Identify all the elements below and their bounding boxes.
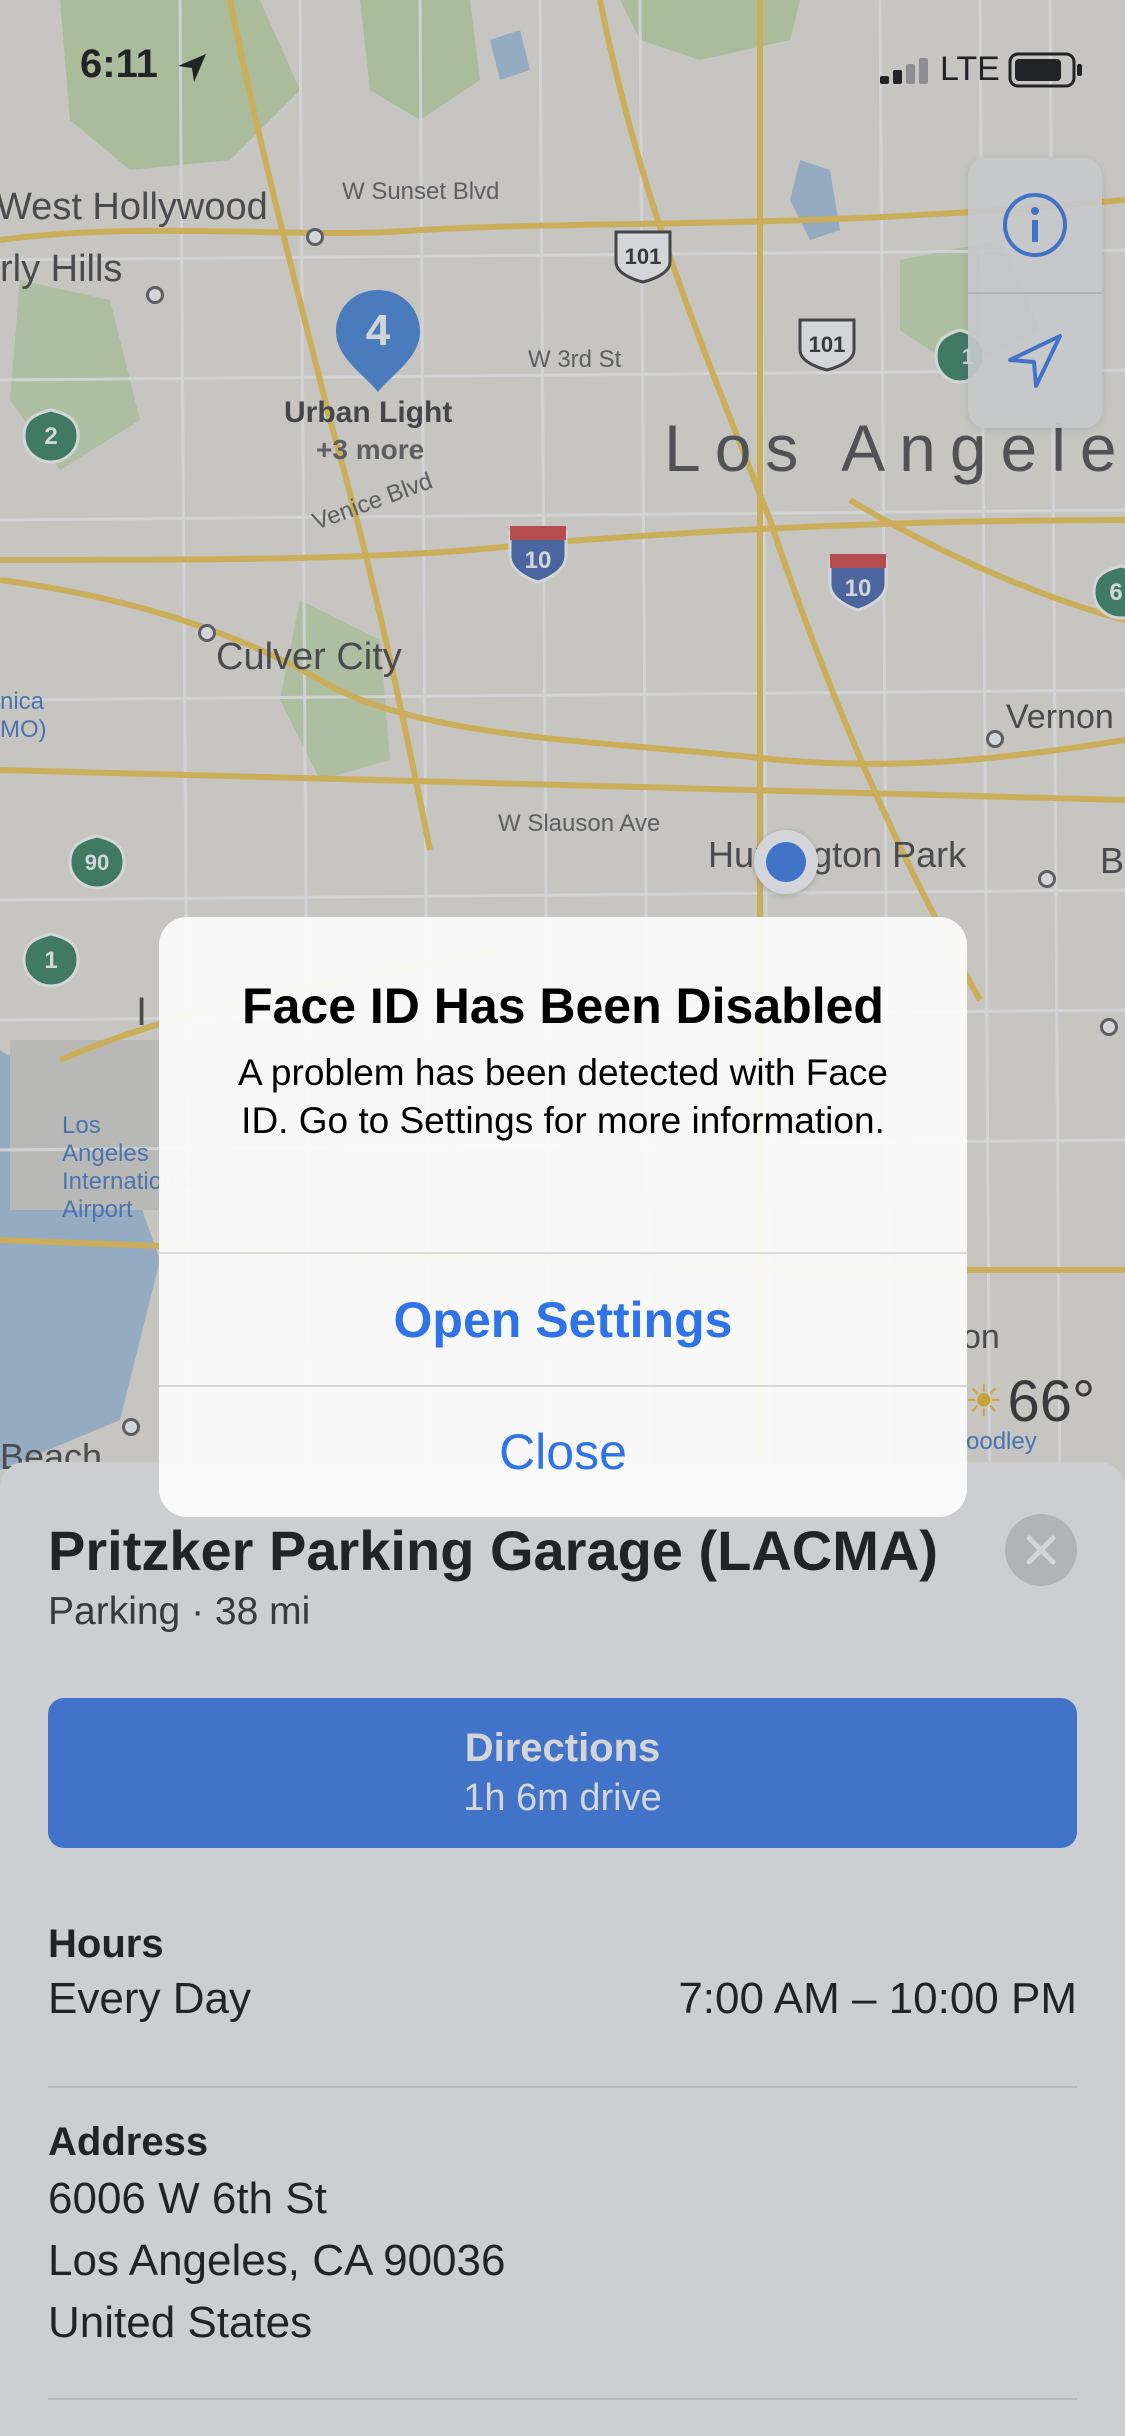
alert-close-button[interactable]: Close [159,1387,967,1517]
face-id-alert: Face ID Has Been Disabled A problem has … [159,917,967,1517]
open-settings-button[interactable]: Open Settings [159,1254,967,1385]
alert-message: A problem has been detected with Face ID… [238,1052,888,1141]
alert-title: Face ID Has Been Disabled [242,978,884,1034]
